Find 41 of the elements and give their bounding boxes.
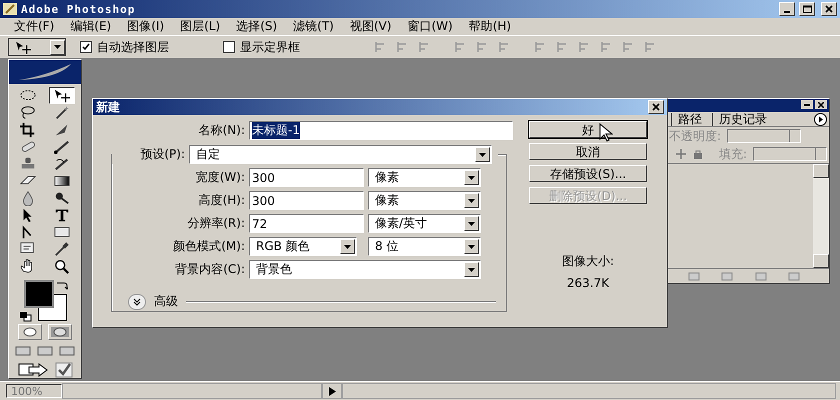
panel-tab[interactable]: 历史记录: [712, 113, 777, 126]
dialog-button[interactable]: 好: [529, 121, 647, 138]
advanced-label: 高级: [154, 293, 178, 310]
number-field[interactable]: 72: [249, 214, 364, 233]
menu-item[interactable]: 滤镜(T): [285, 18, 342, 35]
menu-item[interactable]: 帮助(H): [460, 18, 520, 35]
dialog-title: 新建: [96, 98, 120, 116]
menu-item[interactable]: 文件(F): [6, 18, 62, 35]
preset-dropdown[interactable]: 自定: [189, 145, 492, 164]
number-field[interactable]: 300: [249, 168, 364, 187]
field-label: 高度(H):: [198, 192, 245, 209]
image-size-label: 图像大小:: [562, 253, 614, 270]
window-title: Adobe Photoshop: [21, 2, 136, 16]
bit-depth-dropdown[interactable]: 8 位: [368, 237, 481, 256]
menu-item[interactable]: 图层(L): [172, 18, 228, 35]
field-label: 预设(P):: [139, 146, 185, 163]
unit-dropdown[interactable]: 像素/英寸: [368, 214, 481, 233]
number-field[interactable]: 300: [249, 191, 364, 210]
background-dropdown[interactable]: 背景色: [249, 260, 481, 279]
checkbox-label: 自动选择图层: [97, 38, 169, 56]
menu-item[interactable]: 编辑(E): [62, 18, 120, 35]
dialog-button[interactable]: 取消: [529, 143, 647, 160]
unit-dropdown[interactable]: 像素: [368, 191, 481, 210]
image-size-value: 263.7K: [566, 276, 610, 290]
field-label: 宽度(W):: [194, 169, 245, 186]
menu-item[interactable]: 图像(I): [119, 18, 172, 35]
name-field[interactable]: 未标题-1: [249, 121, 513, 140]
color-mode-dropdown[interactable]: RGB 颜色: [249, 237, 357, 256]
field-label: 背景内容(C):: [174, 261, 245, 278]
checkbox-label: 显示定界框: [240, 38, 300, 56]
field-label: 分辨率(R):: [186, 215, 245, 232]
dialog-button[interactable]: 存储预设(S)...: [529, 165, 647, 182]
panel-tab[interactable]: 路径: [671, 113, 712, 126]
opacity-label: 不透明度:: [669, 128, 722, 144]
unit-dropdown[interactable]: 像素: [368, 168, 481, 187]
field-label: 颜色模式(M):: [172, 238, 245, 255]
fill-label: 填充:: [719, 146, 748, 162]
menu-item[interactable]: 选择(S): [228, 18, 286, 35]
menu-item[interactable]: 窗口(W): [399, 18, 461, 35]
menu-item[interactable]: 视图(V): [342, 18, 400, 35]
field-label: 名称(N):: [198, 122, 245, 139]
